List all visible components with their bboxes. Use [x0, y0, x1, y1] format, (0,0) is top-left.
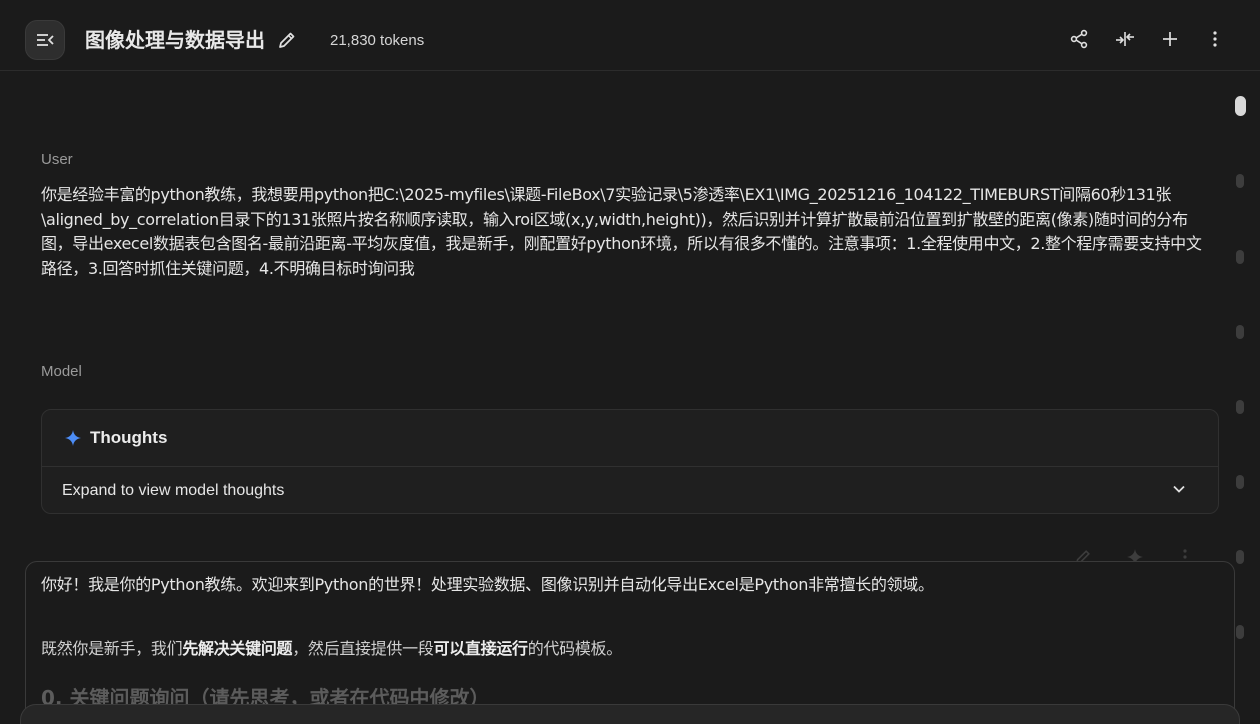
scroll-marker[interactable]	[1236, 325, 1244, 339]
sidebar-toggle-button[interactable]	[25, 20, 65, 60]
response-bold-text: 先解决关键问题	[182, 639, 293, 658]
compare-button[interactable]	[1114, 28, 1136, 50]
user-message: 你是经验丰富的python教练，我想要用python把C:\2025-myfil…	[41, 185, 1202, 278]
thoughts-panel: Thoughts Expand to view model thoughts	[41, 409, 1219, 514]
expand-thoughts-label: Expand to view model thoughts	[62, 481, 285, 499]
token-count: 21,830 tokens	[330, 32, 425, 49]
share-button[interactable]	[1068, 28, 1090, 50]
model-response: 你好！我是你的Python教练。欢迎来到Python的世界！处理实验数据、图像识…	[25, 561, 1235, 724]
more-options-button[interactable]	[1204, 28, 1226, 50]
user-label: User	[41, 151, 73, 168]
share-icon	[1070, 29, 1088, 49]
model-label: Model	[41, 363, 82, 380]
menu-collapse-icon	[37, 34, 54, 46]
response-paragraph: 既然你是新手，我们先解决关键问题，然后直接提供一段可以直接运行的代码模板。	[41, 638, 622, 660]
plus-icon	[1163, 32, 1177, 46]
scroll-marker[interactable]	[1236, 625, 1244, 639]
scroll-marker[interactable]	[1236, 550, 1244, 564]
response-text: ，然后直接提供一段	[292, 639, 434, 658]
thoughts-title: Thoughts	[90, 428, 168, 447]
scroll-marker[interactable]	[1236, 174, 1244, 188]
more-vertical-icon	[1213, 31, 1217, 47]
response-bold-text: 可以直接运行	[433, 639, 529, 658]
chevron-down-icon	[1173, 485, 1185, 493]
scroll-marker[interactable]	[1236, 250, 1244, 264]
scroll-marker[interactable]	[1236, 475, 1244, 489]
sparkle-icon	[65, 430, 81, 446]
response-text: 既然你是新手，我们	[41, 639, 183, 658]
thoughts-header: Thoughts	[42, 410, 1218, 467]
response-text: 的代码模板。	[527, 639, 623, 658]
prompt-input-bar[interactable]	[20, 704, 1240, 724]
expand-thoughts-toggle[interactable]: Expand to view model thoughts	[42, 467, 1218, 514]
top-bar: 图像处理与数据导出 21,830 tokens	[0, 0, 1260, 71]
new-chat-button[interactable]	[1159, 28, 1181, 50]
scroll-marker[interactable]	[1236, 400, 1244, 414]
response-paragraph: 你好！我是你的Python教练。欢迎来到Python的世界！处理实验数据、图像识…	[41, 575, 934, 594]
scrollbar-thumb[interactable]	[1235, 96, 1246, 116]
compare-arrows-icon	[1116, 32, 1134, 46]
page-title: 图像处理与数据导出	[85, 28, 265, 52]
edit-title-icon[interactable]	[277, 30, 297, 50]
